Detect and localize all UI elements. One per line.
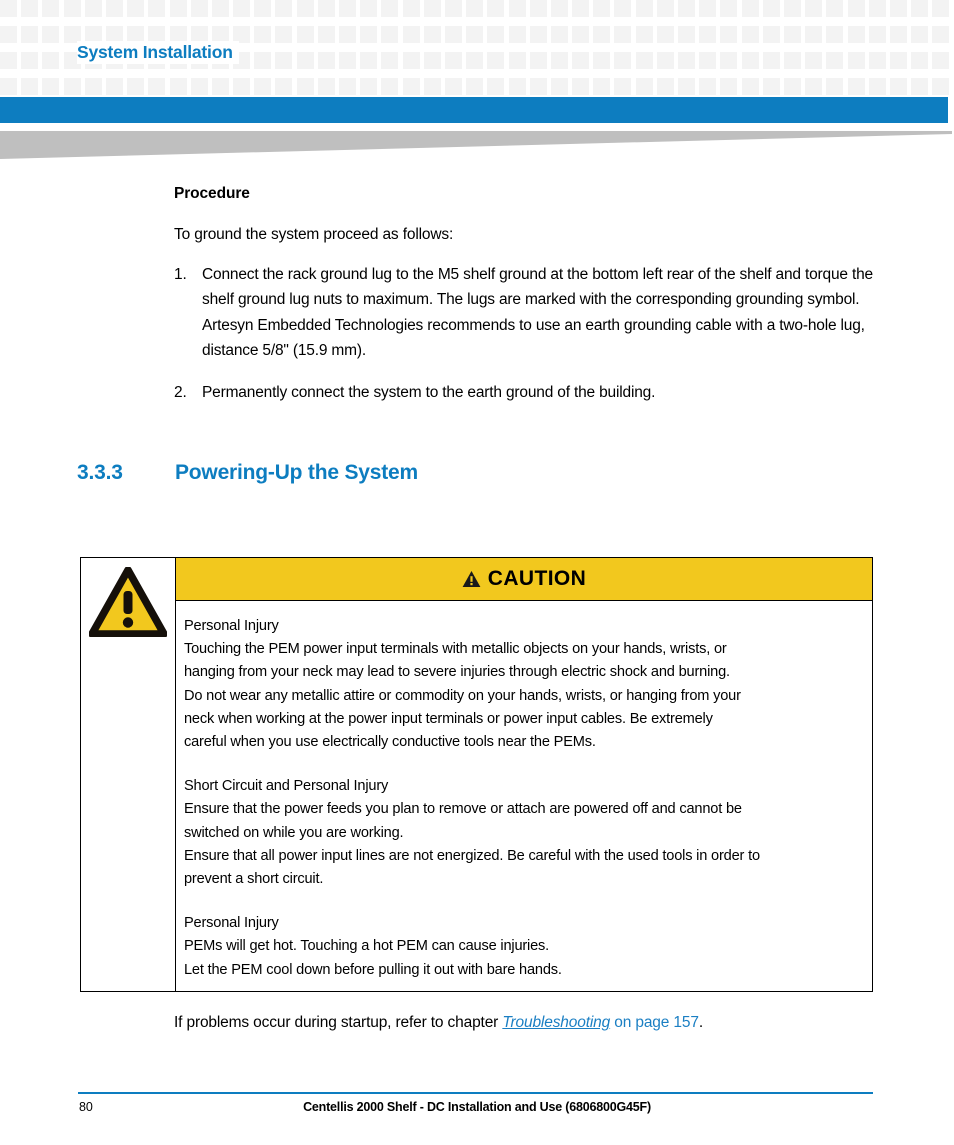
caution-block: Personal Injury Touching the PEM power i…	[184, 615, 858, 754]
header-swoosh-graphic	[0, 131, 952, 159]
running-header-title: System Installation	[77, 41, 239, 64]
caution-banner: CAUTION	[176, 558, 872, 601]
caution-block: Short Circuit and Personal Injury Ensure…	[184, 775, 858, 891]
caution-block: Personal Injury PEMs will get hot. Touch…	[184, 912, 858, 982]
caution-block-line: switched on while you are working.	[184, 824, 404, 841]
caution-block-line: careful when you use electrically conduc…	[184, 734, 596, 751]
caution-admonition-box: CAUTION Personal Injury Touching the PEM…	[80, 557, 873, 992]
post-caution-note: If problems occur during startup, refer …	[174, 1014, 703, 1032]
warning-triangle-icon	[89, 567, 167, 637]
step-text: Permanently connect the system to the ea…	[202, 383, 656, 401]
footer-document-title: Centellis 2000 Shelf - DC Installation a…	[303, 1100, 651, 1114]
cross-reference-page: on page 157	[610, 1014, 699, 1031]
caution-block-line: neck when working at the power input ter…	[184, 710, 713, 727]
caution-block-title: Short Circuit and Personal Injury	[184, 778, 389, 795]
procedure-intro: To ground the system proceed as follows:	[174, 226, 454, 243]
section-title: Powering-Up the System	[175, 461, 418, 484]
caution-main-cell: CAUTION Personal Injury Touching the PEM…	[176, 558, 872, 991]
caution-block-title: Personal Injury	[184, 915, 279, 932]
caution-banner-label: CAUTION	[487, 567, 587, 590]
caution-body: Personal Injury Touching the PEM power i…	[176, 601, 872, 982]
step-number: 1.	[174, 266, 187, 283]
cross-reference-link[interactable]: Troubleshooting	[502, 1014, 610, 1031]
caution-block-line: Touching the PEM power input terminals w…	[184, 641, 727, 658]
section-heading: 3.3.3 Powering-Up the System	[77, 461, 877, 485]
section-number: 3.3.3	[77, 461, 123, 484]
caution-block-title: Personal Injury	[184, 618, 279, 634]
caution-block-line: Ensure that the power feeds you plan to …	[184, 801, 742, 818]
header-blue-bar	[0, 97, 948, 123]
caution-block-line: prevent a short circuit.	[184, 871, 324, 888]
step-text: Connect the rack ground lug to the M5 sh…	[202, 266, 873, 360]
procedure-step: 1. Connect the rack ground lug to the M5…	[174, 262, 880, 364]
note-trailing-period: .	[698, 1014, 703, 1031]
procedure-step: 2. Permanently connect the system to the…	[174, 380, 880, 405]
footer-rule	[78, 1092, 873, 1094]
step-number: 2.	[174, 383, 187, 401]
procedure-heading: Procedure	[174, 185, 250, 202]
note-lead-text: If problems occur during startup, refer …	[174, 1014, 503, 1031]
caution-block-line: hanging from your neck may lead to sever…	[184, 664, 730, 681]
caution-block-line: Do not wear any metallic attire or commo…	[184, 687, 741, 704]
caution-block-line: Ensure that all power input lines are no…	[184, 847, 760, 864]
caution-block-line: Let the PEM cool down before pulling it …	[184, 961, 562, 978]
warning-triangle-small-icon	[462, 571, 481, 587]
procedure-step-list: 1. Connect the rack ground lug to the M5…	[174, 262, 880, 421]
page-header: System Installation	[0, 0, 954, 159]
caution-block-line: PEMs will get hot. Touching a hot PEM ca…	[184, 938, 550, 955]
caution-icon-cell	[81, 558, 176, 991]
